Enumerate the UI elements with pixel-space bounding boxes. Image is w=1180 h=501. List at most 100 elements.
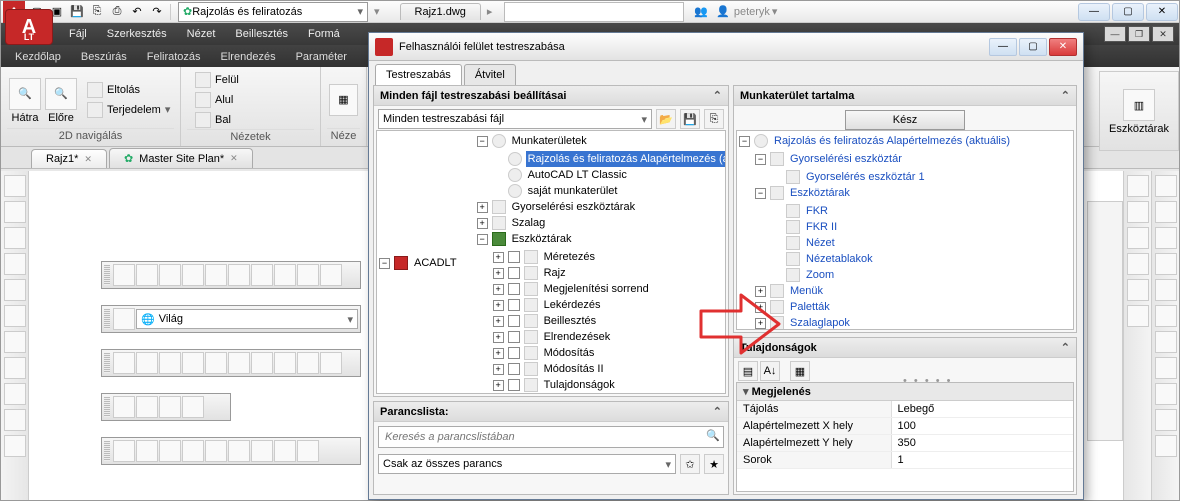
rotate-icon[interactable] xyxy=(1155,331,1177,353)
drawing-tab-1[interactable]: Rajz1*✕ xyxy=(31,149,107,168)
view-left-button[interactable]: Bal xyxy=(191,111,243,129)
infocenter-search[interactable] xyxy=(504,2,684,22)
chamfer-icon[interactable] xyxy=(1127,201,1149,223)
prop-value[interactable]: Lebegő xyxy=(892,401,1073,417)
menu-edit[interactable]: Szerkesztés xyxy=(97,28,177,40)
window-minimize-button[interactable]: — xyxy=(1078,3,1110,21)
nav-back-icon[interactable]: 🔍 xyxy=(9,78,41,110)
prop-value[interactable]: 100 xyxy=(892,418,1073,434)
dialog-close-button[interactable]: ✕ xyxy=(1049,38,1077,56)
ribbon-tab-annotate[interactable]: Feliratozás xyxy=(137,47,211,67)
menu-format[interactable]: Formá xyxy=(298,28,350,40)
checkbox[interactable] xyxy=(508,251,520,263)
application-menu-button[interactable]: ALT xyxy=(5,9,53,45)
qat-undo-icon[interactable]: ↶ xyxy=(128,3,146,21)
close-icon[interactable]: ✕ xyxy=(230,153,238,164)
qat-more-icon[interactable]: ▾ xyxy=(374,5,380,18)
search-icon[interactable]: 🔍 xyxy=(706,429,720,442)
new-command-icon[interactable]: ✩ xyxy=(680,454,700,474)
mdi-close-button[interactable]: ✕ xyxy=(1152,26,1174,42)
break-icon[interactable] xyxy=(1127,279,1149,301)
mdi-minimize-button[interactable]: — xyxy=(1104,26,1126,42)
collapse-icon[interactable]: ⌃ xyxy=(1061,89,1070,102)
ribbon-tab-home[interactable]: Kezdőlap xyxy=(5,47,71,67)
mdi-restore-button[interactable]: ❐ xyxy=(1128,26,1150,42)
extend-icon[interactable] xyxy=(1155,435,1177,457)
workspace-contents-tree[interactable]: −Rajzolás és feliratozás Alapértelmezés … xyxy=(736,130,1074,330)
view-toolbar[interactable] xyxy=(101,349,361,377)
erase-icon[interactable] xyxy=(1155,175,1177,197)
command-search-input[interactable] xyxy=(378,426,724,448)
table-icon[interactable] xyxy=(4,435,26,457)
qat-save-icon[interactable]: 💾 xyxy=(68,3,86,21)
prop-value[interactable]: 1 xyxy=(892,452,1073,468)
checkbox[interactable] xyxy=(508,315,520,327)
circle-icon[interactable] xyxy=(4,227,26,249)
workspace-combo[interactable]: ✿ Rajzolás és feliratozás ▾ xyxy=(178,2,368,22)
stretch-icon[interactable] xyxy=(1155,383,1177,405)
command-filter-combo[interactable]: Csak az összes parancs▾ xyxy=(378,454,676,474)
viewport-config-button[interactable]: ▦ xyxy=(329,84,358,116)
join-icon[interactable] xyxy=(1127,305,1149,327)
document-tab[interactable]: Rajz1.dwg xyxy=(400,3,481,20)
categorized-icon[interactable]: ▤ xyxy=(738,361,758,381)
align-icon[interactable] xyxy=(1127,253,1149,275)
ucs-named-icon[interactable] xyxy=(113,308,135,330)
navigation-bar[interactable] xyxy=(1087,201,1123,441)
collapse-icon[interactable]: ⌃ xyxy=(713,405,722,418)
region-icon[interactable] xyxy=(4,409,26,431)
ellipse-icon[interactable] xyxy=(4,305,26,327)
toolbars-button[interactable]: ▥ xyxy=(1123,89,1155,121)
qat-saveas-icon[interactable]: ⎘ xyxy=(88,3,106,21)
window-close-button[interactable]: ✕ xyxy=(1146,3,1178,21)
prop-restore-icon[interactable]: ▦ xyxy=(790,361,810,381)
checkbox[interactable] xyxy=(508,267,520,279)
alphabetical-icon[interactable]: A↓ xyxy=(760,361,780,381)
move-icon[interactable] xyxy=(1155,305,1177,327)
nav-pan-button[interactable]: Eltolás xyxy=(83,81,174,99)
array-icon[interactable] xyxy=(1155,279,1177,301)
customizations-tree[interactable]: −ACADLT −Munkaterületek Rajzolás és feli… xyxy=(376,130,726,394)
menu-file[interactable]: Fájl xyxy=(59,28,97,40)
workspace-current[interactable]: Rajzolás és feliratozás Alapértelmezés (… xyxy=(526,151,726,167)
ribbon-tab-parametric[interactable]: Paraméter xyxy=(286,47,357,67)
drawing-tab-2[interactable]: ✿Master Site Plan*✕ xyxy=(109,148,253,168)
polyline-icon[interactable] xyxy=(4,201,26,223)
ucs-toolbar[interactable] xyxy=(101,261,361,289)
rectangle-icon[interactable] xyxy=(4,279,26,301)
find-command-icon[interactable]: ★ xyxy=(704,454,724,474)
view-bottom-button[interactable]: Alul xyxy=(191,91,243,109)
checkbox[interactable] xyxy=(508,299,520,311)
ucs-combo[interactable]: 🌐Világ▾ xyxy=(136,309,358,329)
explode-icon[interactable] xyxy=(1127,227,1149,249)
checkbox[interactable] xyxy=(508,363,520,375)
chevron-right-icon[interactable]: ▸ xyxy=(487,5,493,18)
save-cui-icon[interactable]: 💾 xyxy=(680,109,700,129)
dialog-titlebar[interactable]: Felhasználói felület testreszabása — ▢ ✕ xyxy=(369,33,1083,61)
open-cui-icon[interactable]: 📂 xyxy=(656,109,676,129)
menu-view[interactable]: Nézet xyxy=(177,28,226,40)
line-icon[interactable] xyxy=(4,175,26,197)
dialog-tab-customize[interactable]: Testreszabás xyxy=(375,64,462,85)
done-button[interactable]: Kész xyxy=(845,110,965,130)
offset-icon[interactable] xyxy=(1155,253,1177,275)
ribbon-tab-layout[interactable]: Elrendezés xyxy=(211,47,286,67)
checkbox[interactable] xyxy=(508,347,520,359)
prop-value[interactable]: 350 xyxy=(892,435,1073,451)
dialog-maximize-button[interactable]: ▢ xyxy=(1019,38,1047,56)
menu-insert[interactable]: Beillesztés xyxy=(225,28,298,40)
properties-grid[interactable]: Megjelenés TájolásLebegőAlapértelmezett … xyxy=(736,382,1074,492)
mirror-icon[interactable] xyxy=(1155,227,1177,249)
ucs-icon[interactable] xyxy=(113,264,135,286)
user-area[interactable]: 👥 👤 peteryk ▾ xyxy=(690,5,777,18)
trim-icon[interactable] xyxy=(1155,409,1177,431)
window-maximize-button[interactable]: ▢ xyxy=(1112,3,1144,21)
collapse-icon[interactable]: ⌃ xyxy=(1061,341,1070,354)
nav-fwd-icon[interactable]: 🔍 xyxy=(45,78,77,110)
splitter-grip[interactable]: • • • • • xyxy=(903,375,952,387)
checkbox[interactable] xyxy=(508,283,520,295)
scale-icon[interactable] xyxy=(1155,357,1177,379)
qat-plot-icon[interactable]: ⎙ xyxy=(108,3,126,21)
dialog-tab-transfer[interactable]: Átvitel xyxy=(464,64,516,85)
text-icon[interactable] xyxy=(4,357,26,379)
